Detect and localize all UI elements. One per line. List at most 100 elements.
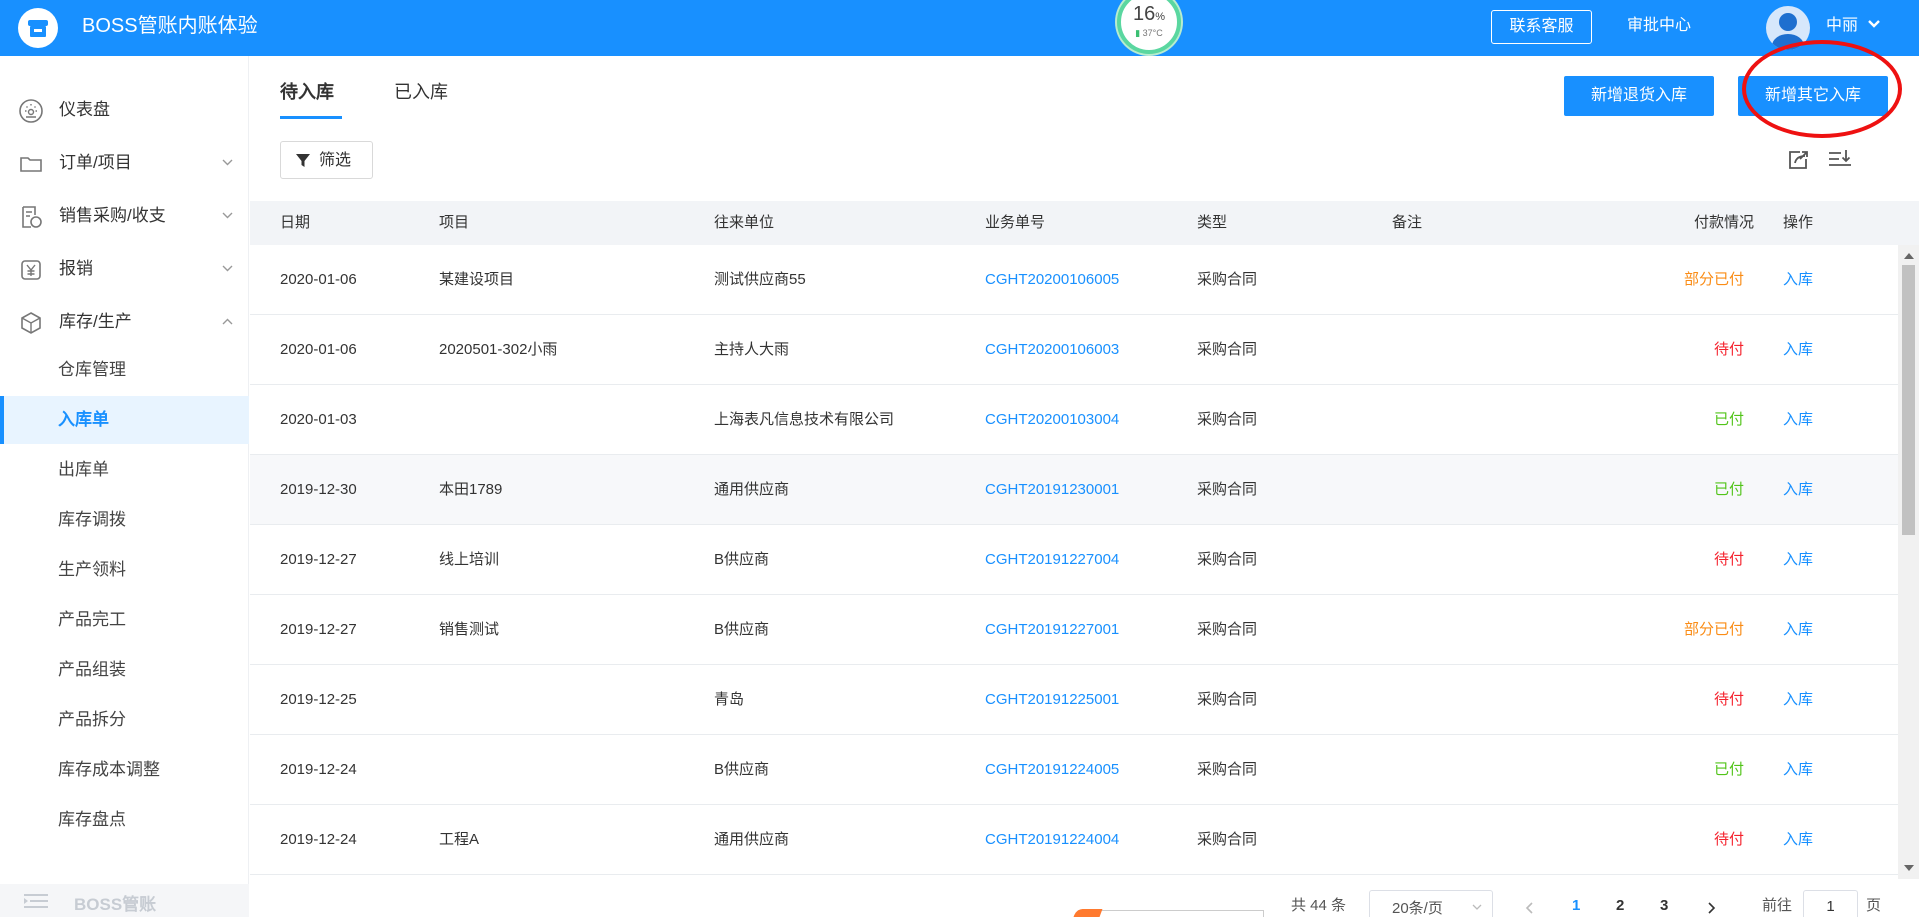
tab-completed-inbound[interactable]: 已入库 (394, 80, 448, 104)
table-row[interactable]: 2019-12-27 线上培训 B供应商 CGHT20191227004 采购合同 待付 入… (250, 525, 1898, 595)
table-row[interactable]: 2019-12-25 青岛 CGHT20191225001 采购合同 待付 入库 (250, 665, 1898, 735)
scroll-down-arrow-icon[interactable] (1904, 865, 1914, 871)
column-header-date[interactable]: 日期 (280, 213, 310, 233)
scrollbar-thumb[interactable] (1902, 265, 1915, 535)
cell-type: 采购合同 (1197, 481, 1258, 498)
cell-order-number[interactable]: CGHT20191224004 (985, 830, 1119, 850)
cell-date: 2019-12-27 (280, 621, 357, 638)
table-scrollbar[interactable] (1898, 245, 1919, 879)
sidebar-item-outbound-orders[interactable]: 出库单 (0, 446, 249, 494)
page-number-3[interactable]: 3 (1660, 896, 1668, 916)
cell-order-number[interactable]: CGHT20200106003 (985, 340, 1119, 360)
sidebar-item-label: 库存成本调整 (58, 760, 160, 779)
page-size-select[interactable]: 20条/页 (1369, 890, 1493, 917)
goto-prefix: 前往 (1762, 897, 1793, 914)
sidebar-item-reimbursement[interactable]: 报销 (0, 245, 249, 293)
chevron-down-icon (222, 159, 233, 166)
sidebar-item-sales-purchase[interactable]: 销售采购/收支 (0, 192, 249, 240)
username[interactable]: 中丽 (1826, 14, 1858, 38)
tab-pending-inbound[interactable]: 待入库 (280, 80, 334, 104)
cell-payment-status: 部分已付 (1683, 271, 1744, 288)
cell-date: 2019-12-30 (280, 481, 357, 498)
sidebar-item-product-assembly[interactable]: 产品组装 (0, 646, 249, 694)
avatar[interactable] (1766, 6, 1810, 50)
sidebar-collapse-bar[interactable]: BOSS管账 (0, 884, 249, 917)
previous-page-icon[interactable] (1525, 902, 1533, 914)
column-header-project[interactable]: 项目 (439, 213, 469, 233)
floating-tab[interactable] (1078, 910, 1264, 917)
stock-in-link[interactable]: 入库 (1783, 620, 1813, 640)
sidebar-item-stocktaking[interactable]: 库存盘点 (0, 796, 249, 844)
add-other-inbound-button[interactable]: 新增其它入库 (1738, 76, 1888, 116)
table-row[interactable]: 2020-01-06 2020501-302小雨 主持人大雨 CGHT20200106… (250, 315, 1898, 385)
cell-order-number[interactable]: CGHT20191227001 (985, 620, 1119, 640)
sidebar-item-product-disassembly[interactable]: 产品拆分 (0, 696, 249, 744)
performance-gauge[interactable]: 16% ▮ 37°C (1115, 0, 1183, 56)
sidebar-item-warehouse-management[interactable]: 仓库管理 (0, 346, 249, 394)
table-row[interactable]: 2019-12-24 工程A 通用供应商 CGHT20191224004 采购合同 待付 入… (250, 805, 1898, 875)
scroll-up-arrow-icon[interactable] (1904, 253, 1914, 259)
chevron-down-icon (222, 265, 233, 272)
cell-type: 采购合同 (1197, 411, 1258, 428)
column-header-partner[interactable]: 往来单位 (714, 213, 774, 233)
cell-date: 2019-12-24 (280, 761, 357, 778)
cell-payment-status: 部分已付 (1683, 621, 1744, 638)
approval-center-link[interactable]: 审批中心 (1627, 14, 1691, 38)
table-row[interactable]: 2019-12-30 本田1789 通用供应商 CGHT20191230001 采购合同… (250, 455, 1898, 525)
export-icon[interactable] (1786, 148, 1810, 172)
contact-support-button[interactable]: 联系客服 (1491, 10, 1592, 44)
table-row[interactable]: 2020-01-06 某建设项目 测试供应商55 CGHT20200106005 采购合… (250, 245, 1898, 315)
sidebar-item-label: 库存盘点 (58, 810, 126, 829)
cell-order-number[interactable]: CGHT20191225001 (985, 690, 1119, 710)
chevron-down-icon (222, 212, 233, 219)
stock-in-link[interactable]: 入库 (1783, 270, 1813, 290)
filter-button[interactable]: 筛选 (280, 141, 373, 179)
cell-date: 2020-01-06 (280, 341, 357, 358)
cell-order-number[interactable]: CGHT20191224005 (985, 760, 1119, 780)
goto-page-input[interactable] (1803, 890, 1858, 917)
column-header-action[interactable]: 操作 (1783, 213, 1813, 233)
sidebar-item-inventory[interactable]: 库存/生产 (0, 298, 249, 346)
cell-order-number[interactable]: CGHT20200103004 (985, 410, 1119, 430)
cell-partner: 上海表凡信息技术有限公司 (714, 411, 895, 428)
table-row[interactable]: 2020-01-03 上海表凡信息技术有限公司 CGHT20200103004 采购合… (250, 385, 1898, 455)
stock-in-link[interactable]: 入库 (1783, 760, 1813, 780)
store-logo-icon[interactable] (18, 8, 58, 48)
cell-partner: B供应商 (714, 621, 770, 638)
table-row[interactable]: 2019-12-27 销售测试 B供应商 CGHT20191227001 采购合同 部分已… (250, 595, 1898, 665)
sidebar-item-label: 库存/生产 (59, 312, 132, 331)
column-header-order-number[interactable]: 业务单号 (985, 213, 1045, 233)
cell-order-number[interactable]: CGHT20191230001 (985, 480, 1119, 500)
stock-in-link[interactable]: 入库 (1783, 550, 1813, 570)
page-number-2[interactable]: 2 (1616, 896, 1624, 916)
stock-in-link[interactable]: 入库 (1783, 410, 1813, 430)
cell-order-number[interactable]: CGHT20200106005 (985, 270, 1119, 290)
sidebar-item-orders[interactable]: 订单/项目 (0, 139, 249, 187)
next-page-icon[interactable] (1708, 902, 1716, 914)
sidebar-item-label: 出库单 (58, 460, 109, 479)
table-row[interactable]: 2019-12-24 B供应商 CGHT20191224005 采购合同 已付 入库 (250, 735, 1898, 805)
cell-payment-status: 已付 (1713, 761, 1744, 778)
sidebar-item-inbound-orders[interactable]: 入库单 (0, 396, 249, 444)
sidebar-item-dashboard[interactable]: 仪表盘 (0, 86, 249, 134)
sort-download-icon[interactable] (1828, 148, 1852, 172)
stock-in-link[interactable]: 入库 (1783, 830, 1813, 850)
cell-partner: 主持人大雨 (714, 341, 790, 358)
sidebar-item-cost-adjustment[interactable]: 库存成本调整 (0, 746, 249, 794)
sidebar-item-product-completion[interactable]: 产品完工 (0, 596, 249, 644)
add-return-inbound-button[interactable]: 新增退货入库 (1564, 76, 1714, 116)
stock-in-link[interactable]: 入库 (1783, 340, 1813, 360)
cell-date: 2019-12-27 (280, 551, 357, 568)
cell-partner: B供应商 (714, 761, 770, 778)
sidebar-item-production-picking[interactable]: 生产领料 (0, 546, 249, 594)
stock-in-link[interactable]: 入库 (1783, 690, 1813, 710)
stock-in-link[interactable]: 入库 (1783, 480, 1813, 500)
chevron-down-icon[interactable] (1868, 20, 1880, 28)
sidebar-item-stock-transfer[interactable]: 库存调拨 (0, 496, 249, 544)
column-header-payment[interactable]: 付款情况 (1694, 213, 1754, 233)
cell-order-number[interactable]: CGHT20191227004 (985, 550, 1119, 570)
column-header-type[interactable]: 类型 (1197, 213, 1227, 233)
cell-project: 销售测试 (439, 621, 500, 638)
page-number-1[interactable]: 1 (1572, 896, 1580, 916)
column-header-note[interactable]: 备注 (1392, 213, 1422, 233)
